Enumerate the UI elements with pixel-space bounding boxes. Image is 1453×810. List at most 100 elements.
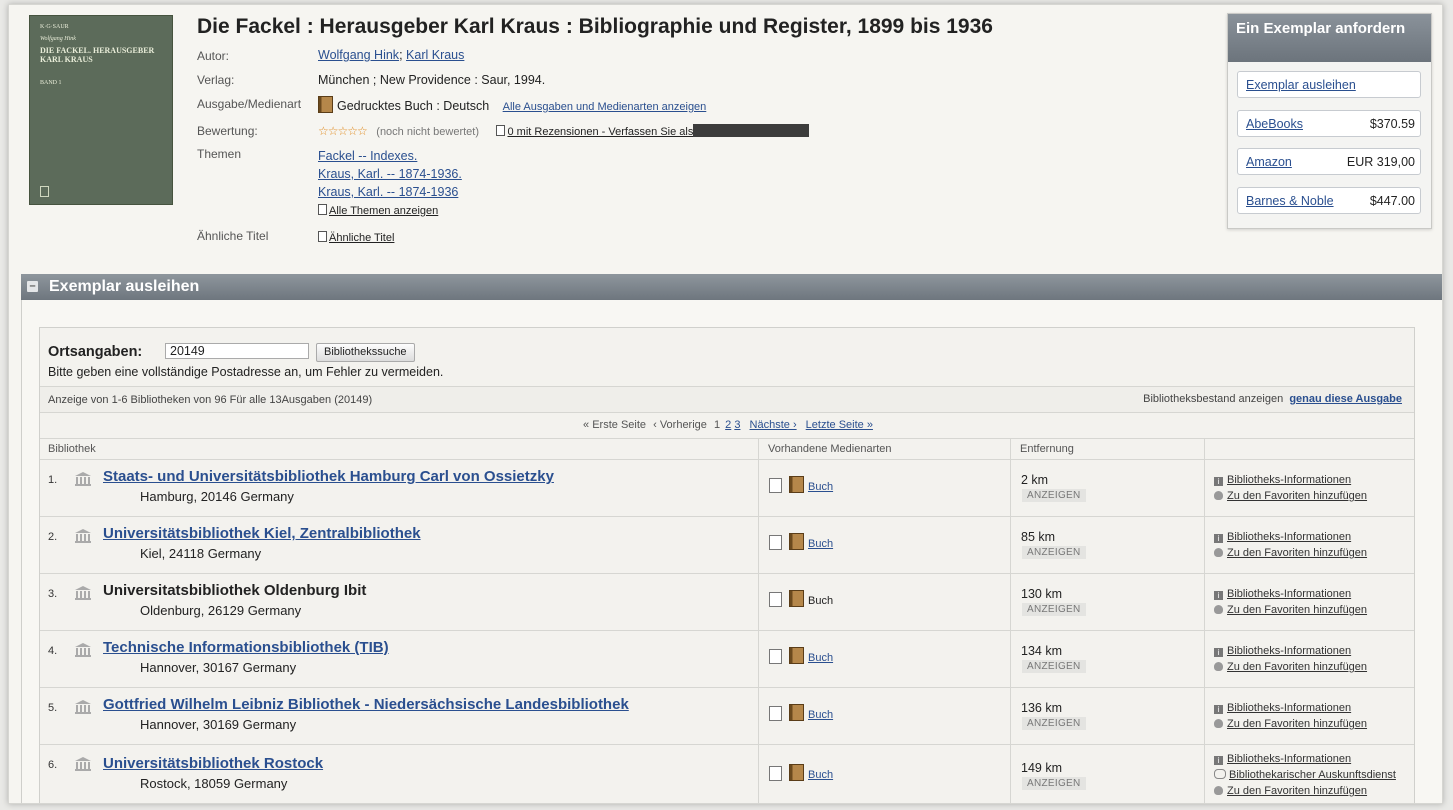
vendor-name[interactable]: AbeBooks — [1246, 117, 1303, 131]
add-favorite-text[interactable]: Zu den Favoriten hinzufügen — [1227, 490, 1367, 502]
reference-service-link[interactable]: Bibliothekarischer Auskunftsdienst — [1214, 769, 1396, 781]
add-favorite-text[interactable]: Zu den Favoriten hinzufügen — [1227, 604, 1367, 616]
library-name[interactable]: Universitätsbibliothek Rostock — [103, 755, 323, 772]
borrow-copy-button[interactable]: Exemplar ausleihen — [1237, 71, 1421, 98]
add-favorite-link[interactable]: Zu den Favoriten hinzufügen — [1214, 661, 1367, 673]
pager-page-3[interactable]: 3 — [734, 419, 740, 431]
media-link[interactable]: Buch — [808, 769, 833, 781]
library-info-text[interactable]: Bibliotheks-Informationen — [1227, 753, 1351, 765]
show-map-button[interactable]: ANZEIGEN — [1022, 717, 1086, 730]
show-map-button[interactable]: ANZEIGEN — [1022, 660, 1086, 673]
show-map-button[interactable]: ANZEIGEN — [1022, 603, 1086, 616]
book-cover[interactable]: K·G·SAUR Wolfgang Hink DIE FACKEL. HERAU… — [29, 15, 173, 205]
library-info-link[interactable]: i Bibliotheks-Informationen — [1214, 702, 1351, 714]
library-name[interactable]: Staats- und Universitätsbibliothek Hambu… — [103, 468, 554, 485]
pager-next[interactable]: Nächste › — [750, 419, 797, 431]
pager-last[interactable]: Letzte Seite » — [806, 419, 873, 431]
add-favorite-link[interactable]: Zu den Favoriten hinzufügen — [1214, 785, 1367, 797]
library-building-icon — [75, 529, 91, 543]
similar-label: Ähnliche Titel — [197, 229, 269, 243]
borrow-section-header[interactable]: – Exemplar ausleihen — [21, 274, 1442, 300]
rating-stars[interactable]: ☆☆☆☆☆ — [318, 124, 368, 138]
author-link-1[interactable]: Wolfgang Hink — [318, 48, 399, 62]
media-link[interactable]: Buch — [808, 652, 833, 664]
location-input[interactable]: 20149 — [165, 343, 309, 359]
library-name[interactable]: Technische Informationsbibliothek (TIB) — [103, 639, 389, 656]
cover-logo-icon — [40, 186, 49, 197]
library-info-link[interactable]: i Bibliotheks-Informationen — [1214, 753, 1351, 765]
vendor-amazon[interactable]: Amazon EUR 319,00 — [1237, 148, 1421, 175]
author-link-2[interactable]: Karl Kraus — [406, 48, 464, 62]
media-link[interactable]: Buch — [808, 481, 833, 493]
library-info-link[interactable]: i Bibliotheks-Informationen — [1214, 645, 1351, 657]
add-favorite-text[interactable]: Zu den Favoriten hinzufügen — [1227, 718, 1367, 730]
similar-link[interactable]: Ähnliche Titel — [318, 231, 394, 244]
heart-icon — [1214, 605, 1223, 614]
vendor-barnes-noble[interactable]: Barnes & Noble $447.00 — [1237, 187, 1421, 214]
library-name: Universitatsbibliothek Oldenburg Ibit — [103, 582, 367, 599]
show-map-button[interactable]: ANZEIGEN — [1022, 546, 1086, 559]
add-favorite-text[interactable]: Zu den Favoriten hinzufügen — [1227, 547, 1367, 559]
all-subjects-text[interactable]: Alle Themen anzeigen — [329, 205, 438, 217]
media-link[interactable]: Buch — [808, 709, 833, 721]
pager-prev[interactable]: ‹ Vorherige — [653, 419, 707, 431]
pager-page-2[interactable]: 2 — [725, 419, 731, 431]
reference-service-text[interactable]: Bibliothekarischer Auskunftsdienst — [1229, 769, 1396, 781]
library-building-icon — [75, 643, 91, 657]
library-info-text[interactable]: Bibliotheks-Informationen — [1227, 702, 1351, 714]
book-icon — [789, 533, 804, 550]
pagination: « Erste Seite ‹ Vorherige 1 2 3 Nächste … — [40, 412, 1414, 439]
library-name[interactable]: Universitätsbibliothek Kiel, Zentralbibl… — [103, 525, 421, 542]
collapse-icon[interactable]: – — [27, 281, 38, 292]
review-link-text[interactable]: 0 mit Rezensionen - Verfassen Sie als — [507, 126, 693, 138]
info-icon: i — [1214, 534, 1223, 543]
library-info-link[interactable]: i Bibliotheks-Informationen — [1214, 474, 1351, 486]
section-title: Exemplar ausleihen — [49, 278, 200, 295]
media-link[interactable]: Buch — [808, 595, 833, 607]
library-name[interactable]: Gottfried Wilhelm Leibniz Bibliothek - N… — [103, 696, 629, 713]
subject-link-2[interactable]: Kraus, Karl. -- 1874-1936. — [318, 167, 462, 181]
media-link[interactable]: Buch — [808, 538, 833, 550]
subject-link-3[interactable]: Kraus, Karl. -- 1874-1936 — [318, 185, 458, 199]
library-search-button[interactable]: Bibliothekssuche — [316, 343, 415, 362]
subject-link-1[interactable]: Fackel -- Indexes. — [318, 149, 417, 163]
borrow-copy-link[interactable]: Exemplar ausleihen — [1246, 78, 1356, 92]
similar-link-text[interactable]: Ähnliche Titel — [329, 232, 394, 244]
cover-publisher: K·G·SAUR — [40, 24, 69, 30]
holdings-link[interactable]: genau diese Ausgabe — [1289, 393, 1402, 405]
location-label: Ortsangaben: — [48, 344, 143, 360]
library-actions: i Bibliotheks-Informationen Zu den Favorit… — [1214, 700, 1367, 732]
add-favorite-link[interactable]: Zu den Favoriten hinzufügen — [1214, 490, 1367, 502]
add-favorite-text[interactable]: Zu den Favoriten hinzufügen — [1227, 785, 1367, 797]
review-link[interactable]: 0 mit Rezensionen - Verfassen Sie als — [496, 125, 693, 138]
vendor-price: $447.00 — [1369, 194, 1415, 208]
library-info-text[interactable]: Bibliotheks-Informationen — [1227, 474, 1351, 486]
vendor-name[interactable]: Barnes & Noble — [1246, 194, 1334, 208]
vendor-abebooks[interactable]: AbeBooks $370.59 — [1237, 110, 1421, 137]
library-panel: Ortsangaben: 20149 Bibliothekssuche Bitt… — [39, 327, 1415, 803]
cover-title: DIE FACKEL. HERAUSGEBER KARL KRAUS — [40, 46, 155, 64]
pager-first[interactable]: « Erste Seite — [583, 419, 646, 431]
page-icon — [769, 535, 782, 550]
library-info-link[interactable]: i Bibliotheks-Informationen — [1214, 531, 1351, 543]
library-info-text[interactable]: Bibliotheks-Informationen — [1227, 588, 1351, 600]
show-map-button[interactable]: ANZEIGEN — [1022, 777, 1086, 790]
subjects-list: Fackel -- Indexes. Kraus, Karl. -- 1874-… — [318, 147, 462, 220]
add-favorite-link[interactable]: Zu den Favoriten hinzufügen — [1214, 547, 1367, 559]
add-favorite-link[interactable]: Zu den Favoriten hinzufügen — [1214, 718, 1367, 730]
library-info-text[interactable]: Bibliotheks-Informationen — [1227, 531, 1351, 543]
library-info-link[interactable]: i Bibliotheks-Informationen — [1214, 588, 1351, 600]
library-address: Rostock, 18059 Germany — [140, 776, 288, 791]
add-favorite-link[interactable]: Zu den Favoriten hinzufügen — [1214, 604, 1367, 616]
show-map-button[interactable]: ANZEIGEN — [1022, 489, 1086, 502]
col-media: Vorhandene Medienarten — [768, 443, 892, 455]
vendor-name[interactable]: Amazon — [1246, 155, 1292, 169]
all-subjects-link[interactable]: Alle Themen anzeigen — [318, 204, 438, 217]
page-frame: K·G·SAUR Wolfgang Hink DIE FACKEL. HERAU… — [8, 4, 1443, 804]
holdings-filter: Bibliotheksbestand anzeigen genau diese … — [1143, 393, 1402, 405]
row-number: 5. — [48, 702, 58, 714]
add-favorite-text[interactable]: Zu den Favoriten hinzufügen — [1227, 661, 1367, 673]
library-info-text[interactable]: Bibliotheks-Informationen — [1227, 645, 1351, 657]
book-icon — [789, 704, 804, 721]
all-editions-link[interactable]: Alle Ausgaben und Medienarten anzeigen — [503, 101, 707, 113]
